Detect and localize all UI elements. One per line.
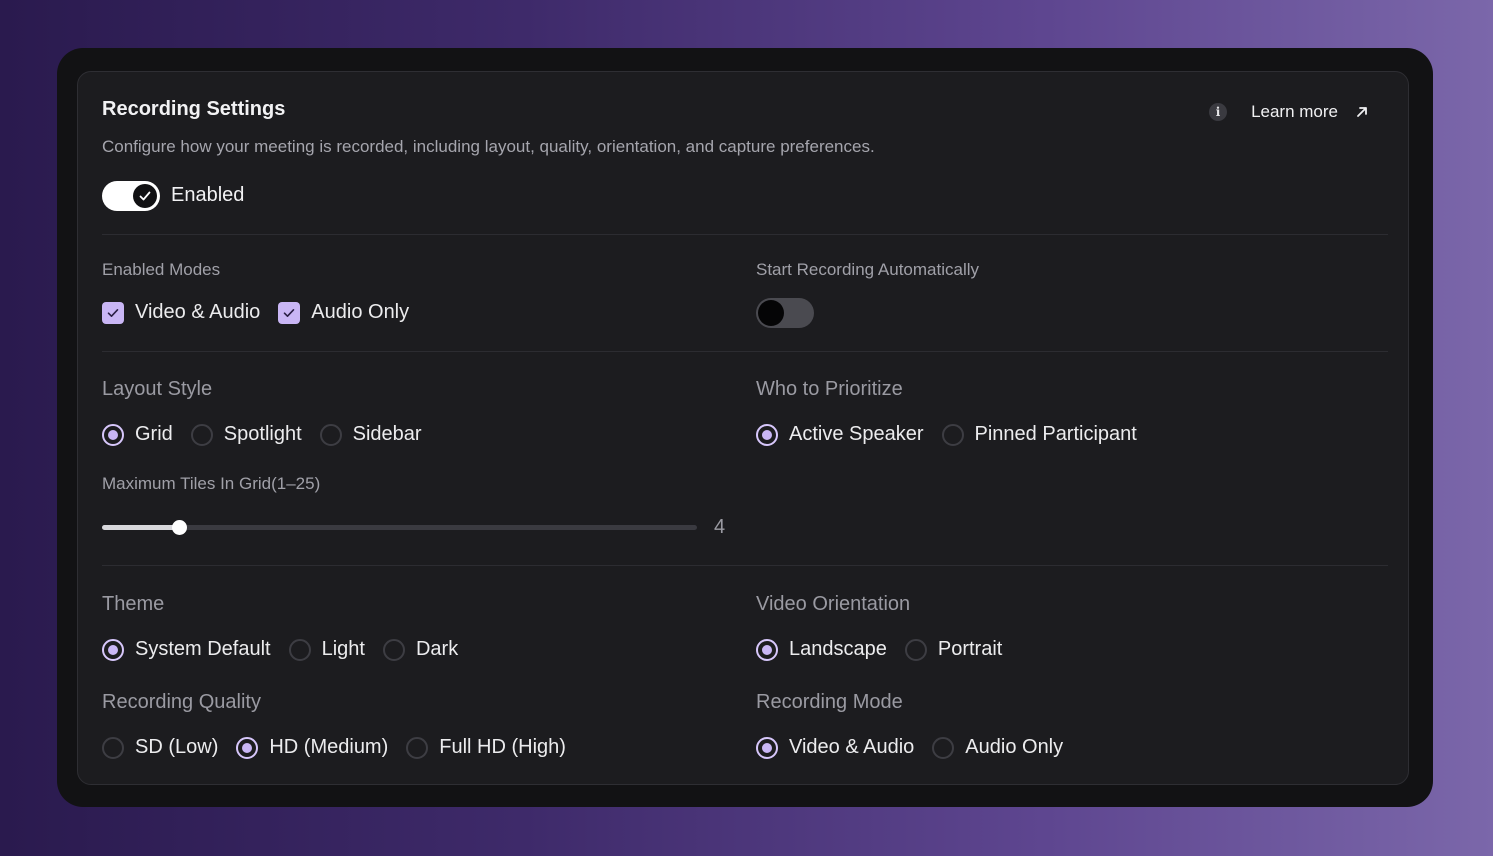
radio-unselected-icon (382, 638, 405, 661)
checkbox-label: Audio Only (311, 301, 410, 323)
slider-thumb[interactable] (172, 520, 188, 535)
recording-enabled-toggle[interactable] (102, 181, 160, 211)
page-title: Recording Settings (102, 98, 286, 120)
info-icon[interactable]: i (1209, 103, 1228, 121)
quality-label: Recording Quality (102, 691, 261, 713)
checkbox-label: Video & Audio (135, 301, 261, 323)
radio-label: Pinned Participant (974, 423, 1137, 445)
radio-selected-icon (756, 423, 778, 446)
radio-label: Active Speaker (789, 423, 924, 445)
radio-label: HD (Medium) (269, 736, 389, 758)
mode-video-audio-checkbox[interactable]: Video & Audio (102, 301, 260, 324)
theme-label: Theme (102, 593, 165, 615)
quality-full-hd-radio[interactable]: Full HD (High) (406, 736, 566, 759)
prioritize-group: Active Speaker Pinned Participant (756, 423, 1155, 446)
radio-label: Spotlight (223, 423, 302, 445)
orientation-label: Video Orientation (756, 593, 911, 615)
theme-light-radio[interactable]: Light (288, 638, 365, 661)
radio-label: Light (321, 638, 365, 660)
page-description: Configure how your meeting is recorded, … (102, 137, 875, 156)
slider-fill (102, 525, 180, 530)
enabled-modes-group: Video & Audio Audio Only (102, 301, 427, 324)
quality-group: SD (Low) HD (Medium) Full HD (High) (102, 736, 584, 759)
prioritize-active-speaker-radio[interactable]: Active Speaker (756, 423, 924, 446)
radio-label: Audio Only (965, 736, 1064, 758)
auto-start-toggle[interactable] (756, 298, 814, 328)
radio-selected-icon (756, 736, 778, 759)
header-actions: i Learn more (1209, 102, 1370, 122)
layout-style-group: Grid Spotlight Sidebar (102, 423, 440, 446)
quality-sd-radio[interactable]: SD (Low) (102, 736, 218, 759)
prioritize-label: Who to Prioritize (756, 378, 903, 400)
check-icon (139, 191, 151, 201)
toggle-knob (133, 184, 157, 208)
learn-more-link[interactable]: Learn more (1251, 102, 1338, 122)
radio-unselected-icon (288, 638, 311, 661)
auto-start-label: Start Recording Automatically (756, 260, 979, 279)
radio-label: System Default (135, 638, 271, 660)
layout-grid-radio[interactable]: Grid (102, 423, 173, 446)
checkbox-checked-icon (278, 301, 301, 324)
mode-audio-only-checkbox[interactable]: Audio Only (278, 301, 409, 324)
theme-dark-radio[interactable]: Dark (382, 638, 459, 661)
radio-unselected-icon (102, 736, 124, 759)
recording-settings-card: Recording Settings Configure how your me… (77, 71, 1409, 785)
radio-label: Dark (415, 638, 459, 660)
radio-selected-icon (236, 736, 259, 759)
radio-label: Video & Audio (789, 736, 915, 758)
radio-unselected-icon (904, 638, 927, 661)
layout-style-label: Layout Style (102, 378, 213, 400)
radio-selected-icon (102, 638, 124, 661)
radio-label: Portrait (937, 638, 1003, 660)
recording-mode-label: Recording Mode (756, 691, 903, 713)
recording-enabled-label: Enabled (171, 184, 245, 206)
radio-unselected-icon (932, 736, 955, 759)
radio-label: Grid (135, 423, 173, 445)
checkbox-checked-icon (102, 301, 124, 324)
radio-label: Landscape (789, 638, 887, 660)
orientation-group: Landscape Portrait (756, 638, 1020, 661)
layout-spotlight-radio[interactable]: Spotlight (190, 423, 302, 446)
radio-unselected-icon (319, 423, 342, 446)
enabled-modes-label: Enabled Modes (102, 260, 221, 279)
divider (102, 565, 1388, 566)
max-tiles-label: Maximum Tiles In Grid(1–25) (102, 474, 321, 493)
divider (102, 234, 1388, 235)
theme-system-default-radio[interactable]: System Default (102, 638, 271, 661)
recording-mode-audio-only-radio[interactable]: Audio Only (932, 736, 1063, 759)
radio-selected-icon (102, 423, 124, 446)
radio-label: Full HD (High) (439, 736, 566, 758)
radio-label: Sidebar (352, 423, 422, 445)
orientation-portrait-radio[interactable]: Portrait (904, 638, 1003, 661)
radio-unselected-icon (406, 736, 429, 759)
layout-sidebar-radio[interactable]: Sidebar (319, 423, 422, 446)
app-window: Recording Settings Configure how your me… (57, 48, 1433, 807)
theme-group: System Default Light Dark (102, 638, 476, 661)
prioritize-pinned-participant-radio[interactable]: Pinned Participant (941, 423, 1137, 446)
radio-unselected-icon (941, 423, 964, 446)
max-tiles-value: 4 (714, 516, 726, 538)
recording-mode-video-audio-radio[interactable]: Video & Audio (756, 736, 914, 759)
recording-mode-group: Video & Audio Audio Only (756, 736, 1081, 759)
max-tiles-slider[interactable] (102, 520, 697, 535)
radio-selected-icon (756, 638, 778, 661)
orientation-landscape-radio[interactable]: Landscape (756, 638, 887, 661)
quality-hd-radio[interactable]: HD (Medium) (236, 736, 388, 759)
radio-label: SD (Low) (135, 736, 219, 758)
external-link-arrow-icon (1357, 107, 1367, 117)
divider (102, 351, 1388, 352)
toggle-knob (758, 300, 784, 326)
radio-unselected-icon (190, 423, 213, 446)
